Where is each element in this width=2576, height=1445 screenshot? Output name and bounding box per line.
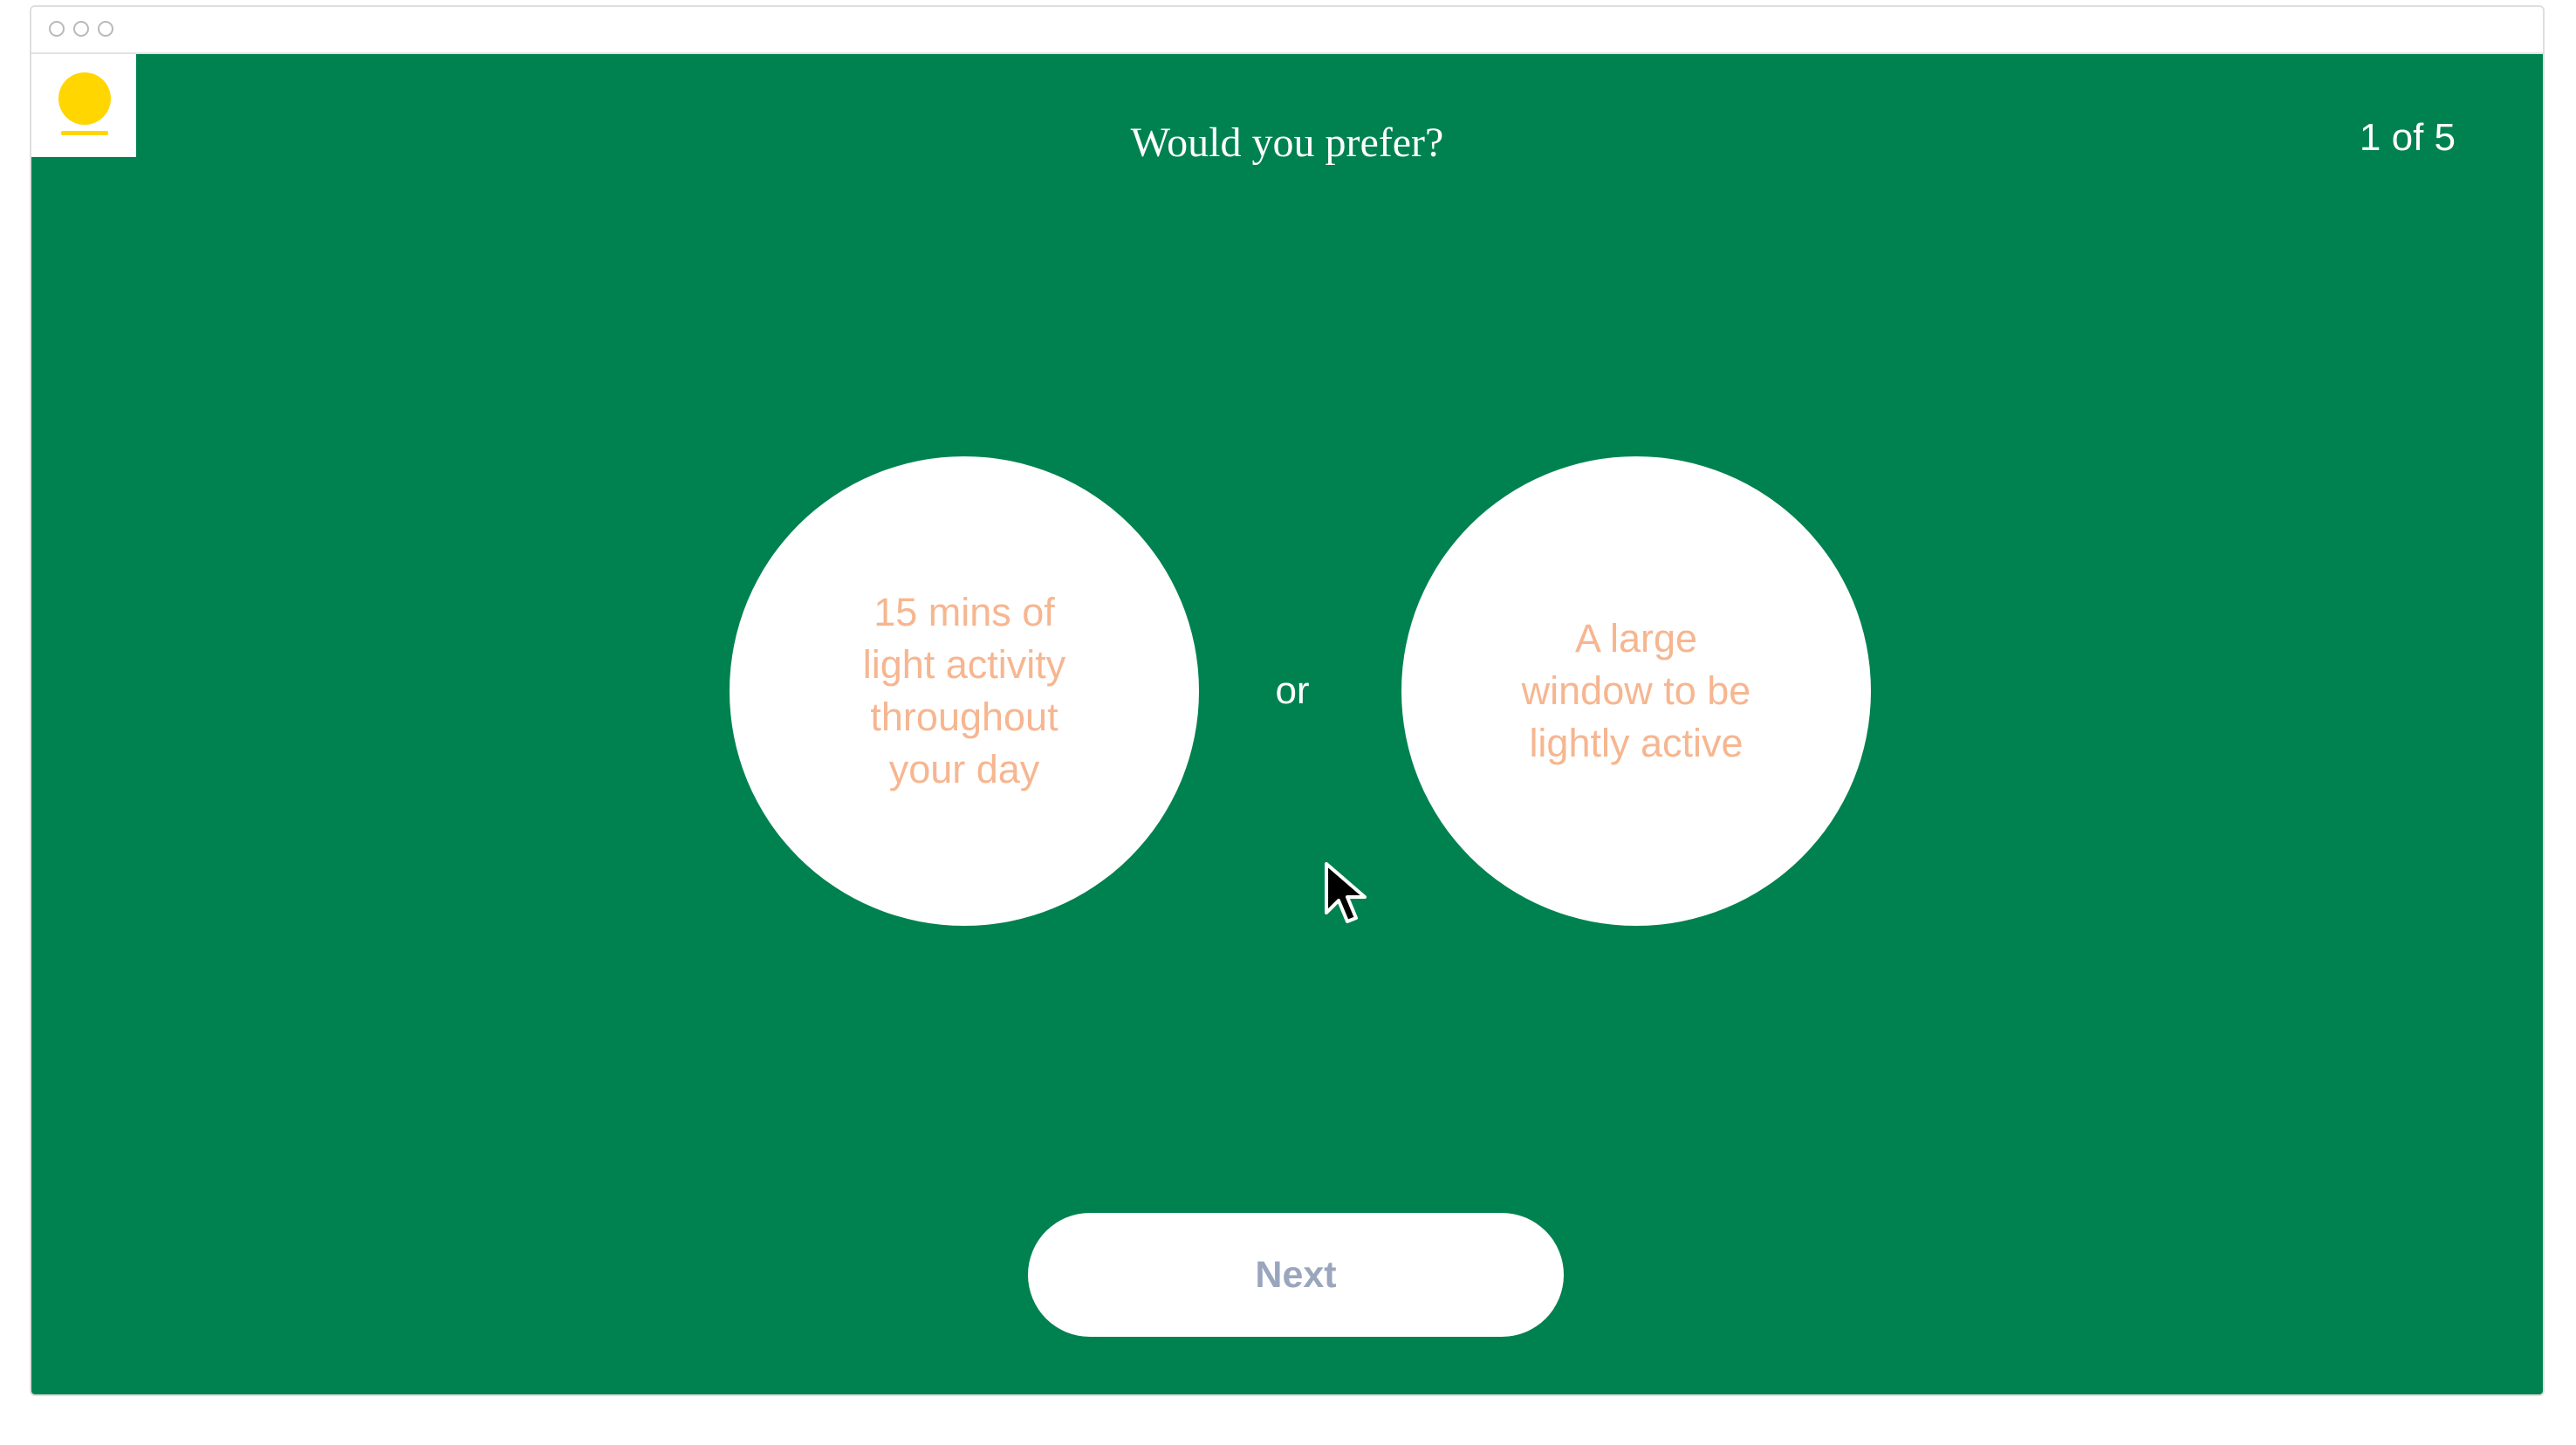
- window-titlebar: [31, 7, 2543, 54]
- progress-indicator: 1 of 5: [2359, 116, 2456, 159]
- option-large-window[interactable]: A large window to be lightly active: [1401, 456, 1871, 926]
- question-title: Would you prefer?: [1130, 120, 1444, 166]
- option-light-activity[interactable]: 15 mins of light activity throughout you…: [730, 456, 1199, 926]
- browser-window: Would you prefer? 1 of 5 15 mins of ligh…: [30, 5, 2545, 1396]
- option-label: 15 mins of light activity throughout you…: [862, 590, 1066, 791]
- window-maximize-button[interactable]: [98, 21, 113, 37]
- quiz-stage: Would you prefer? 1 of 5 15 mins of ligh…: [31, 54, 2543, 1394]
- window-close-button[interactable]: [49, 21, 65, 37]
- window-minimize-button[interactable]: [73, 21, 89, 37]
- option-label: A large window to be lightly active: [1521, 616, 1751, 765]
- next-button[interactable]: Next: [1028, 1213, 1564, 1337]
- or-separator: or: [1275, 669, 1310, 712]
- mouse-pointer-icon: [1325, 862, 1367, 923]
